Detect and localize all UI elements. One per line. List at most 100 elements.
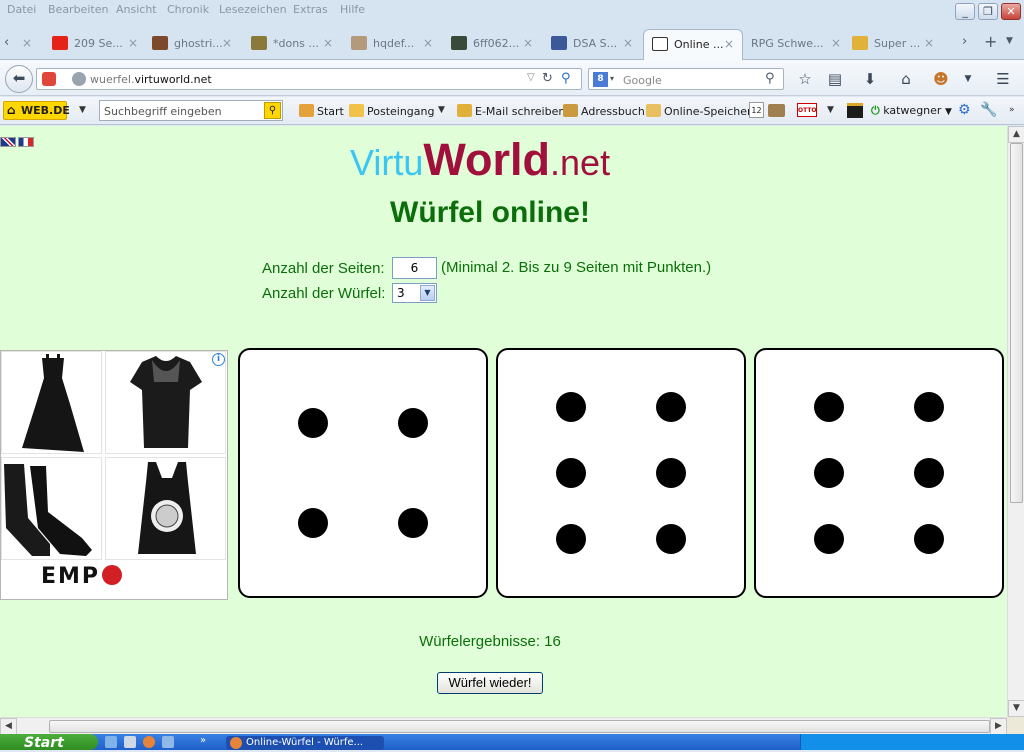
pip [398,508,428,538]
sides-input[interactable]: 6 [392,257,437,279]
tab-list-icon[interactable]: ▼ [1006,36,1013,46]
bookmark-star-icon[interactable]: ☆ [795,69,815,89]
tab-online-wuerfel[interactable]: Online ... × [643,29,743,60]
taskbar-item-firefox[interactable]: Online-Würfel - Würfe... [226,736,384,750]
ad-product-shirt[interactable] [105,351,226,454]
boots-image [4,464,92,556]
reload-icon[interactable]: ↻ [542,71,553,86]
horizontal-scroll-thumb[interactable] [49,720,990,733]
bookmark-posteingang[interactable]: Posteingang [349,104,435,118]
bookmark-start[interactable]: Start [299,104,344,118]
addon-dropdown-icon[interactable]: ▼ [958,69,978,89]
firefox-icon[interactable] [143,736,155,748]
menu-ansicht[interactable]: Ansicht [116,3,157,16]
engine-dropdown-icon[interactable]: ▾ [610,74,614,83]
french-flag-icon[interactable] [18,137,34,147]
tab-close-icon[interactable]: × [523,36,533,50]
tab-ghostri[interactable]: ghostri... × [152,31,247,58]
ad-info-icon[interactable]: i [212,353,225,366]
camera-icon[interactable] [768,104,785,117]
tab-scroll-left-icon[interactable]: ‹ [4,35,9,50]
ad-product-dress[interactable] [1,351,102,454]
chevron-down-icon[interactable]: ▼ [420,285,435,301]
scroll-right-icon[interactable]: ▶ [990,718,1007,735]
roll-again-button[interactable]: Würfel wieder! [437,672,543,694]
scroll-left-icon[interactable]: ◀ [0,718,17,735]
more-tools-icon[interactable]: » [1009,105,1015,115]
hamburger-menu-icon[interactable]: ☰ [993,69,1013,89]
advertisement[interactable]: i EMP [0,350,228,600]
search-icon[interactable]: ⚲ [264,102,281,119]
tab-close-icon[interactable]: × [623,36,633,50]
download-icon[interactable]: ⬇ [860,69,880,89]
tab-youtube[interactable]: 209 Se... × [52,31,147,58]
new-tab-icon[interactable]: + [984,32,997,51]
tab-hqdef[interactable]: hqdef... × [351,31,446,58]
more-quicklaunch-icon[interactable]: » [200,735,206,746]
start-button[interactable]: Start [0,734,98,751]
quicklaunch-icon[interactable] [124,736,136,748]
horizontal-scrollbar[interactable]: ◀ ▶ [0,717,1007,735]
web-search-bar[interactable]: 8 ▾ Google ⚲ [588,68,784,90]
menu-lesezeichen[interactable]: Lesezeichen [219,3,287,16]
restore-icon[interactable]: ❐ [978,3,998,20]
menu-extras[interactable]: Extras [293,3,328,16]
url-bar[interactable]: wuerfel.virtuworld.net ▽ ↻ ⚲ [36,68,582,90]
scroll-up-icon[interactable]: ▲ [1008,126,1024,143]
menu-chronik[interactable]: Chronik [167,3,209,16]
bookmark-online-speicher[interactable]: Online-Speicher [646,104,752,118]
tab-close-icon[interactable]: × [222,36,232,50]
search-icon[interactable]: ⚲ [561,71,571,86]
quicklaunch-icon[interactable] [105,736,117,748]
otto-icon[interactable]: OTTO [797,103,817,117]
addon-icon[interactable]: ☻ [931,69,951,89]
user-menu[interactable]: ⏻ katwegner ▼ [871,104,952,118]
menu-bearbeiten[interactable]: Bearbeiten [48,3,108,16]
emp-logo[interactable]: EMP [41,564,123,589]
webde-search-input[interactable]: Suchbegriff eingeben ⚲ [99,100,283,121]
bookmarks-list-icon[interactable]: ▤ [825,69,845,89]
vertical-scrollbar[interactable]: ▲ ▼ [1007,126,1024,717]
ad-product-top[interactable] [105,457,226,560]
menu-datei[interactable]: Datei [7,3,36,16]
tab-dsa[interactable]: DSA S... × [551,31,641,58]
tab-close-icon[interactable]: × [128,36,138,50]
tab-6ff062[interactable]: 6ff062... × [451,31,546,58]
url-dropdown-icon[interactable]: ▽ [527,72,535,83]
vertical-scroll-thumb[interactable] [1010,143,1023,503]
posteingang-dropdown-icon[interactable]: ▼ [438,105,445,115]
uk-flag-icon[interactable] [0,137,16,147]
site-identity-icon[interactable] [42,72,56,86]
close-window-icon[interactable]: ✕ [1001,3,1021,20]
google-icon[interactable]: 8 [593,72,608,87]
tab-close-icon[interactable]: × [323,36,333,50]
menu-hilfe[interactable]: Hilfe [340,3,365,16]
tab-scroll-right-icon[interactable]: › [962,34,967,49]
ad-product-boots[interactable] [1,457,102,560]
bookmark-email-schreiben[interactable]: E-Mail schreiben [457,104,565,118]
site-logo[interactable]: VirtuWorld.net [350,134,610,186]
webde-logo[interactable]: ⌂ WEB.DE [3,101,70,120]
back-button[interactable]: ⬅ [5,65,33,93]
bookmark-adressbuch[interactable]: Adressbuch [563,104,645,118]
home-icon[interactable]: ⌂ [896,69,916,89]
tab-close-icon[interactable]: × [831,36,841,50]
tools-icon[interactable]: ⚙ [958,102,971,118]
magnifier-icon[interactable]: ⚲ [765,71,775,86]
tab-close-icon[interactable]: × [423,36,433,50]
tab-close-icon[interactable]: × [22,36,32,50]
minimize-icon[interactable]: _ [955,3,975,20]
shopping-bag-icon[interactable] [847,103,863,118]
wrench-icon[interactable]: 🔧 [980,102,997,118]
tab-dons[interactable]: *dons ... × [251,31,346,58]
scroll-down-icon[interactable]: ▼ [1008,700,1024,717]
dice-count-select[interactable]: 3 ▼ [392,283,437,303]
tab-super[interactable]: Super ... × [852,31,944,58]
calendar-icon[interactable]: 12 [749,102,764,118]
tab-close-icon[interactable]: × [724,37,734,51]
webde-dropdown-icon[interactable]: ▼ [79,105,86,115]
quicklaunch-icon[interactable] [162,736,174,748]
tab-close-icon[interactable]: × [924,36,934,50]
tab-rpg[interactable]: RPG Schwe... × [751,31,846,58]
otto-dropdown-icon[interactable]: ▼ [827,105,834,115]
